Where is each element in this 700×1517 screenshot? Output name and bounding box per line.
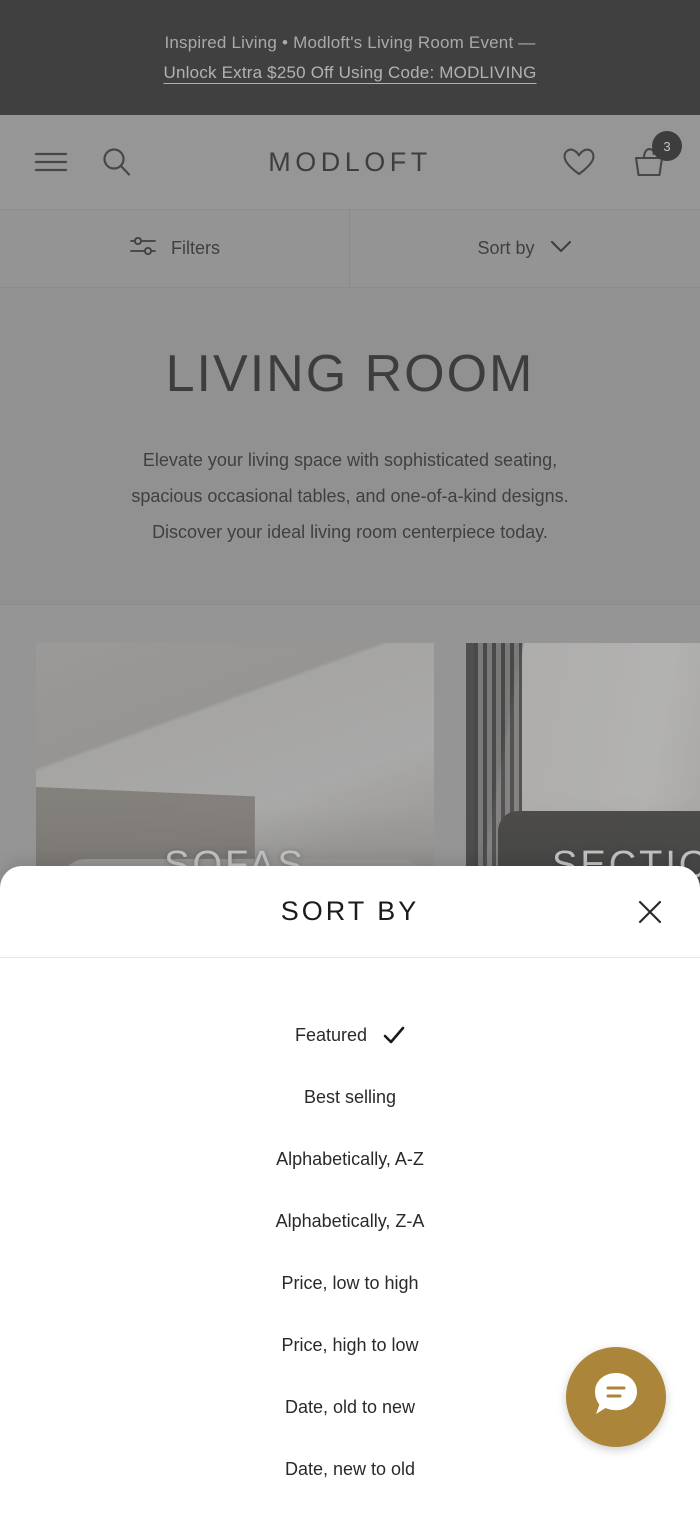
collection-title: LIVING ROOM (165, 345, 535, 403)
chevron-down-icon (549, 238, 573, 259)
sort-by-sheet-header: SORT BY (0, 866, 700, 958)
chat-bubble-icon (587, 1366, 645, 1429)
collection-description-line-3: Discover your ideal living room centerpi… (152, 522, 548, 542)
sort-option-alphabetically-za[interactable]: Alphabetically, Z-A (0, 1190, 700, 1252)
sort-option-label: Date, new to old (284, 1458, 416, 1479)
mobile-screen: Inspired Living • Modloft's Living Room … (0, 0, 700, 1517)
collection-hero: LIVING ROOM Elevate your living space wi… (0, 288, 700, 605)
collection-description: Elevate your living space with sophistic… (40, 442, 660, 550)
collection-description-line-1: Elevate your living space with sophistic… (142, 450, 558, 470)
sort-by-button[interactable]: Sort by (350, 210, 700, 287)
announcement-promo-link[interactable]: Unlock Extra $250 Off Using Code: MODLIV… (164, 63, 537, 83)
sort-option-price-low-to-high[interactable]: Price, low to high (0, 1252, 700, 1314)
sort-option-date-new-to-old[interactable]: Date, new to old (0, 1438, 700, 1500)
sliders-icon (129, 233, 157, 264)
sort-by-sheet-title: SORT BY (280, 896, 420, 926)
announcement-line-1: Inspired Living • Modloft's Living Room … (164, 32, 536, 52)
heart-icon[interactable] (562, 147, 596, 177)
sort-by-label: Sort by (477, 238, 535, 258)
sort-option-label: Price, high to low (281, 1334, 419, 1355)
sort-option-label: Alphabetically, A-Z (276, 1148, 424, 1169)
check-icon (383, 1025, 405, 1045)
hamburger-icon[interactable] (34, 150, 68, 174)
search-icon[interactable] (100, 146, 132, 178)
filters-button[interactable]: Filters (0, 210, 350, 287)
close-icon[interactable] (628, 890, 672, 934)
shopping-bag-icon[interactable]: 3 (632, 131, 682, 179)
collection-description-line-2: spacious occasional tables, and one-of-a… (131, 486, 569, 506)
announcement-bar: Inspired Living • Modloft's Living Room … (0, 0, 700, 115)
site-header: MODLOFT 3 (0, 115, 700, 210)
chat-launcher-button[interactable] (566, 1347, 666, 1447)
header-right-actions: 3 (562, 131, 682, 179)
sort-option-best-selling[interactable]: Best selling (0, 1066, 700, 1128)
sort-option-label: Date, old to new (284, 1396, 416, 1417)
sort-option-featured[interactable]: Featured (0, 1004, 700, 1066)
header-left-actions (34, 146, 132, 178)
filters-label: Filters (171, 238, 220, 258)
sort-by-sheet: SORT BY Featured Best selling Alphabetic… (0, 866, 700, 1517)
sort-option-label: Featured (294, 1024, 368, 1045)
filter-sort-bar: Filters Sort by (0, 210, 700, 288)
sort-option-alphabetically-az[interactable]: Alphabetically, A-Z (0, 1128, 700, 1190)
cart-count-badge: 3 (652, 131, 682, 161)
sort-option-label: Best selling (303, 1086, 397, 1107)
sort-option-label: Alphabetically, Z-A (275, 1210, 425, 1231)
sort-option-label: Price, low to high (281, 1272, 419, 1293)
